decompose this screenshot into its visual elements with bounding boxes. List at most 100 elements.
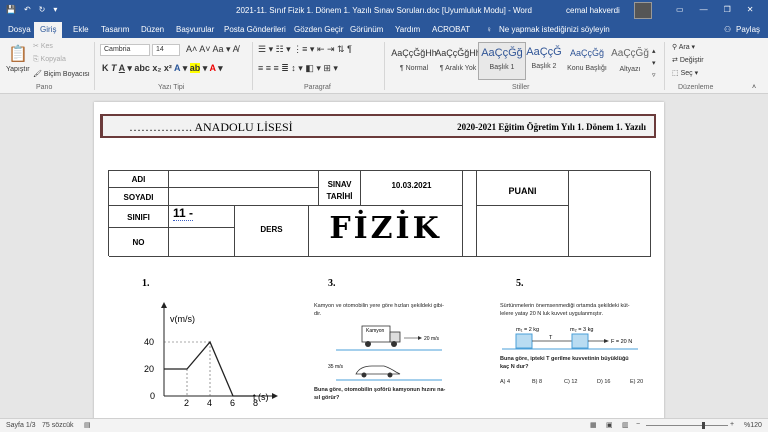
tab-home[interactable]: Giriş — [34, 22, 63, 38]
text-effects-icon[interactable]: A — [174, 63, 180, 73]
format-buttons[interactable]: K T A ▾ abc x₂ x² A ▾ ab ▾ A ▾ — [102, 63, 223, 74]
style-subtitle[interactable]: AaÇçĞğ Altyazı — [606, 42, 654, 80]
value-no[interactable] — [169, 228, 235, 257]
find-button[interactable]: ⚲ Ara ▾ — [672, 43, 695, 51]
q3-prompt-1: Buna göre, otomobilin şoförü kamyonun hı… — [314, 387, 446, 393]
highlight-icon[interactable]: ab — [189, 63, 201, 73]
subject-title: FİZİK — [309, 206, 463, 257]
arrow-head-icon — [604, 339, 609, 343]
answer-e[interactable]: E) 20 — [630, 378, 643, 386]
ribbon: 📋 Yapıştır ✂ Kes ⎘ Kopyala 🖌 Biçim Boyac… — [0, 38, 768, 94]
font-group-label: Yazı Tipi — [158, 84, 185, 91]
replace-label: Değiştir — [679, 57, 704, 64]
school-name: ……………. ANADOLU LİSESİ — [129, 120, 293, 134]
zoom-slider-thumb[interactable] — [702, 422, 705, 429]
read-mode-icon[interactable]: ▦ — [590, 421, 597, 429]
zoom-slider[interactable] — [646, 425, 728, 426]
font-name-select[interactable]: Cambria — [100, 44, 150, 56]
tension-label: T — [549, 335, 553, 341]
tab-help[interactable]: Yardım — [395, 25, 420, 34]
block-m2 — [571, 333, 589, 349]
answer-c[interactable]: C) 12 — [564, 378, 577, 386]
user-name[interactable]: cemal hakverdi — [566, 6, 620, 15]
page-count[interactable]: Sayfa 1/3 — [6, 422, 36, 429]
class-value: 11 - — [173, 206, 194, 221]
status-bar: Sayfa 1/3 75 sözcük ▤ ▦ ▣ ▥ − + %120 — [0, 418, 768, 432]
format-painter-button[interactable]: 🖌 Biçim Boyacısı — [33, 70, 90, 78]
answer-b[interactable]: B) 8 — [532, 378, 542, 386]
tab-design[interactable]: Tasarım — [101, 25, 129, 34]
alignment-buttons[interactable]: ≡ ≡ ≡ ≣ ↕ ▾ ◧ ▾ ⊞ ▾ — [258, 63, 338, 74]
restore-icon[interactable]: ❐ — [724, 5, 731, 14]
clipboard-icon[interactable]: 📋 — [8, 44, 28, 64]
minimize-icon[interactable]: — — [700, 5, 708, 14]
label-sinav: SINAV — [327, 180, 352, 189]
tab-insert[interactable]: Ekle — [73, 25, 89, 34]
student-info-table: ADI SOYADI SINAV TARİHİ 10.03.2021 PUANI … — [108, 170, 651, 257]
subject-name: FİZİK — [329, 211, 442, 246]
style-heading-2[interactable]: AaÇçĞ Başlık 2 — [520, 42, 568, 80]
x-tick-label: 4 — [207, 398, 212, 408]
replace-button[interactable]: ⇄ Değiştir — [672, 56, 704, 64]
style-name: ¶ Normal — [399, 65, 429, 72]
separator — [384, 42, 385, 90]
ribbon-display-icon[interactable]: ▭ — [676, 5, 684, 14]
question-5-text: Sürtünmelerin önemsenmediği ortamda şeki… — [500, 302, 660, 318]
clear-format-icon[interactable]: A̸ — [233, 44, 239, 54]
tell-me-search[interactable]: Ne yapmak istediğinizi söyleyin — [499, 25, 610, 34]
style-no-spacing[interactable]: AaÇçĞğHh ¶ Aralık Yok — [434, 42, 482, 80]
car-wheel — [387, 372, 393, 378]
font-size-buttons[interactable]: A˄ A˅ Aa ▾ A̸ — [186, 44, 239, 55]
avatar[interactable] — [634, 2, 652, 19]
clipboard-group-label: Pano — [36, 84, 53, 91]
score-box[interactable] — [477, 206, 569, 257]
select-icon: ⬚ — [672, 70, 681, 77]
web-layout-icon[interactable]: ▥ — [622, 421, 629, 429]
value-sinif[interactable]: 11 - — [169, 206, 235, 228]
style-normal[interactable]: AaÇçĞğHh ¶ Normal — [390, 42, 438, 80]
y-tick-label: 20 — [144, 364, 154, 374]
answer-a[interactable]: A) 4 — [500, 378, 510, 386]
document-page[interactable]: ……………. ANADOLU LİSESİ 2020-2021 Eğitim Ö… — [94, 102, 664, 432]
x-tick-label: 2 — [184, 398, 189, 408]
tab-acrobat[interactable]: ACROBAT — [432, 25, 470, 34]
copy-button[interactable]: ⎘ Kopyala — [33, 56, 66, 64]
x-tick-label: 8 — [253, 398, 258, 408]
font-size-select[interactable]: 14 — [152, 44, 180, 56]
style-title[interactable]: AaÇçĞğ Konu Başlığı — [562, 42, 612, 80]
list-buttons[interactable]: ☰ ▾ ☷ ▾ ⋮≡ ▾ ⇤ ⇥ ⇅ ¶ — [258, 44, 352, 55]
print-layout-icon[interactable]: ▣ — [606, 421, 613, 429]
tab-layout[interactable]: Düzen — [141, 25, 164, 34]
label-adi: ADI — [109, 171, 169, 188]
question-3-text: Kamyon ve otomobilin yere göre hızları ş… — [314, 302, 464, 318]
paste-button[interactable]: Yapıştır — [6, 66, 30, 73]
proofing-icon[interactable]: ▤ — [84, 421, 91, 429]
tab-mailings[interactable]: Posta Gönderileri — [224, 25, 286, 34]
styles-scroll[interactable]: ▴ ▾ ▿ — [652, 46, 656, 82]
word-count[interactable]: 75 sözcük — [42, 422, 74, 429]
zoom-in-icon[interactable]: + — [730, 421, 734, 428]
tab-file[interactable]: Dosya — [8, 25, 31, 34]
select-button[interactable]: ⬚ Seç ▾ — [672, 69, 698, 77]
answer-d[interactable]: D) 16 — [597, 378, 610, 386]
tab-references[interactable]: Başvurular — [176, 25, 214, 34]
collapse-ribbon-icon[interactable]: ˄ — [752, 84, 756, 91]
value-soyadi[interactable] — [169, 188, 319, 206]
value-adi[interactable] — [169, 171, 319, 188]
mass-1-label: m₁ = 2 kg — [516, 327, 539, 333]
close-icon[interactable]: ✕ — [747, 5, 754, 14]
font-color-icon[interactable]: A — [209, 63, 215, 73]
tab-view[interactable]: Görünüm — [350, 25, 383, 34]
cut-button[interactable]: ✂ Kes — [33, 42, 53, 50]
share-button[interactable]: Paylaş — [736, 25, 760, 34]
tab-review[interactable]: Gözden Geçir — [294, 25, 343, 34]
car-body — [355, 365, 401, 375]
zoom-level[interactable]: %120 — [744, 422, 762, 429]
style-heading-1[interactable]: AaÇçĞğ Başlık 1 — [478, 42, 526, 80]
search-icon: ⚲ — [672, 44, 679, 51]
select-label: Seç — [680, 70, 693, 77]
mass-2-label: m₂ = 3 kg — [570, 327, 593, 333]
zoom-out-icon[interactable]: − — [636, 421, 640, 428]
style-name: Başlık 2 — [531, 63, 557, 70]
x-axis-arrow-icon — [272, 393, 278, 399]
